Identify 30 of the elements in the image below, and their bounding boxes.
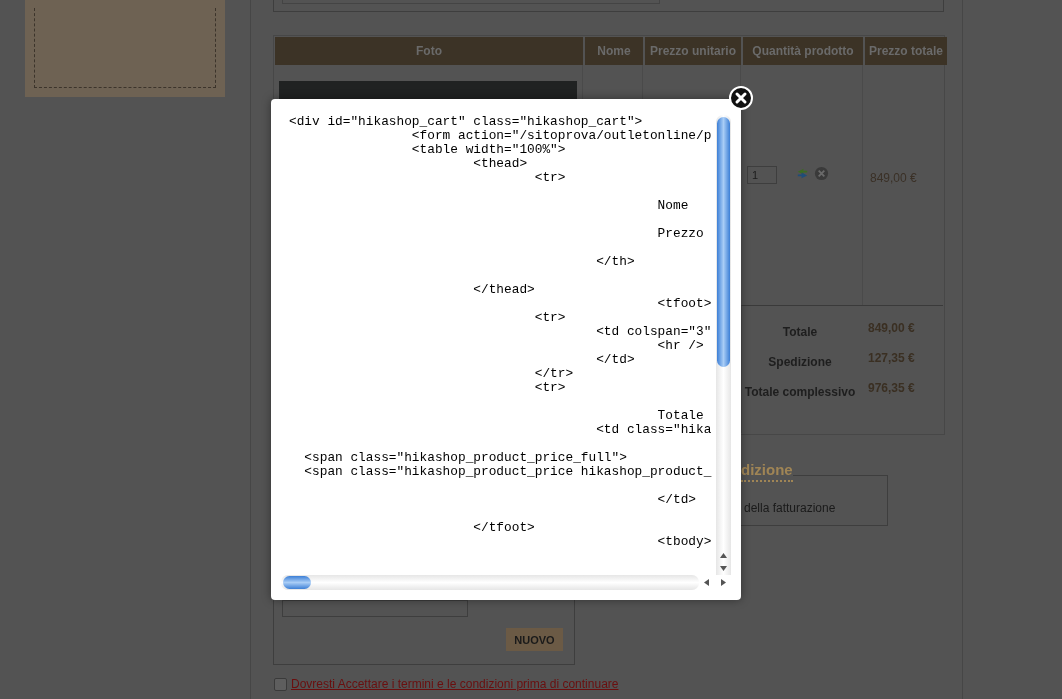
column-header: Quantità prodotto bbox=[743, 37, 863, 65]
code-line: </tfoot> bbox=[472, 521, 535, 535]
code-line: Totale bbox=[656, 409, 704, 423]
code-line: <td colspan="3" bbox=[595, 325, 712, 339]
code-line: <tr> bbox=[533, 381, 566, 395]
code-line: <tfoot> bbox=[656, 297, 712, 311]
code-line: <tr> bbox=[533, 311, 566, 325]
code-line: <tr> bbox=[533, 171, 566, 185]
code-line: <thead> bbox=[472, 157, 528, 171]
code-line: Nome bbox=[656, 199, 689, 213]
code-line: </td> bbox=[656, 493, 696, 507]
fieldset-legend: dizione bbox=[741, 461, 793, 482]
code-line: <div id="hikashop_cart" class="hikashop_cart"> bbox=[289, 115, 643, 129]
code-line: <td class="hika bbox=[595, 423, 712, 437]
column-header: Foto bbox=[275, 37, 583, 65]
code-line: <hr /> bbox=[656, 339, 704, 353]
code-line: Prezzo bbox=[656, 227, 704, 241]
code-line: </th> bbox=[595, 255, 635, 269]
code-line: <span class="hikashop_product_price_full"> bbox=[303, 451, 627, 465]
address-text: della fatturazione bbox=[744, 501, 836, 515]
code-line: </tr> bbox=[533, 367, 574, 381]
column-header: Prezzo unitario bbox=[645, 37, 741, 65]
column-header: Nome bbox=[585, 37, 643, 65]
code-line: <table width="100%"> bbox=[410, 143, 566, 157]
code-line: <span class="hikashop_product_price hikashop_product_ bbox=[303, 465, 712, 479]
code-line: <tbody> bbox=[656, 535, 712, 549]
code-line: </thead> bbox=[472, 283, 535, 297]
code-line: </td> bbox=[595, 353, 635, 367]
column-header: Prezzo totale bbox=[865, 37, 947, 65]
code-line: <form action="/sitoprova/outletonline/p bbox=[410, 129, 712, 143]
